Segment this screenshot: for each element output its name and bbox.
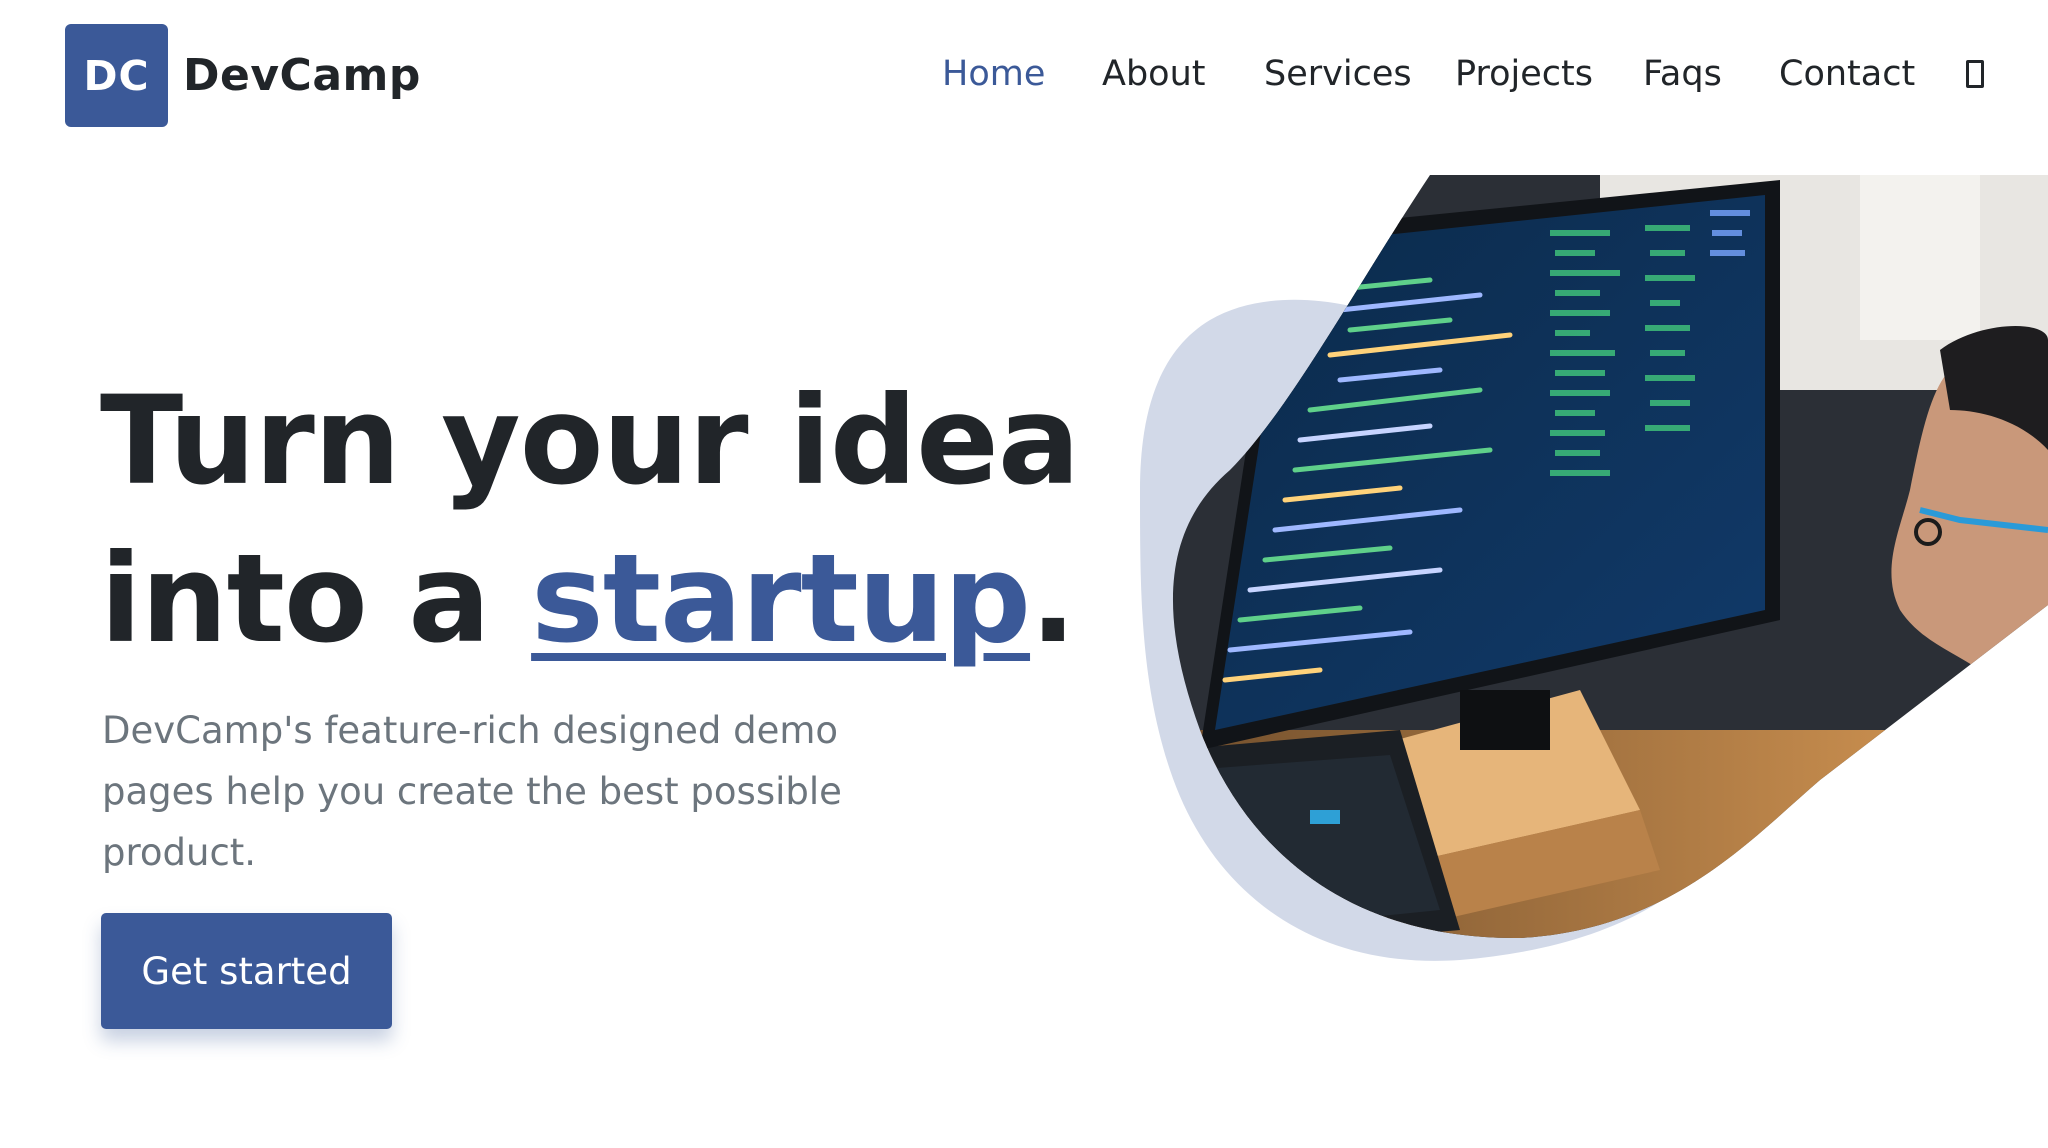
developer-photo-illustration xyxy=(1140,175,2048,961)
hero-title-line2-prefix: into a xyxy=(100,528,532,670)
hero-description: DevCamp's feature-rich designed demo pag… xyxy=(102,709,842,874)
nav-services[interactable]: Services xyxy=(1264,54,1412,94)
hero-image xyxy=(1100,170,2048,1010)
nav-faqs[interactable]: Faqs xyxy=(1643,54,1722,94)
hero-title-suffix: . xyxy=(1030,528,1076,670)
hero-title-line1: Turn your idea xyxy=(100,370,1080,512)
hero-title-accent: startup xyxy=(531,528,1031,670)
brand-name[interactable]: DevCamp xyxy=(183,50,421,101)
nav-projects[interactable]: Projects xyxy=(1455,54,1593,94)
get-started-button[interactable]: Get started xyxy=(101,913,392,1029)
brand-logo[interactable]: DC xyxy=(65,24,168,127)
nav-about[interactable]: About xyxy=(1102,54,1205,94)
nav-contact[interactable]: Contact xyxy=(1779,54,1915,94)
theme-toggle-icon[interactable] xyxy=(1966,60,1984,88)
nav-home[interactable]: Home xyxy=(942,54,1045,94)
hero-title: Turn your idea into a startup. xyxy=(100,362,1080,678)
